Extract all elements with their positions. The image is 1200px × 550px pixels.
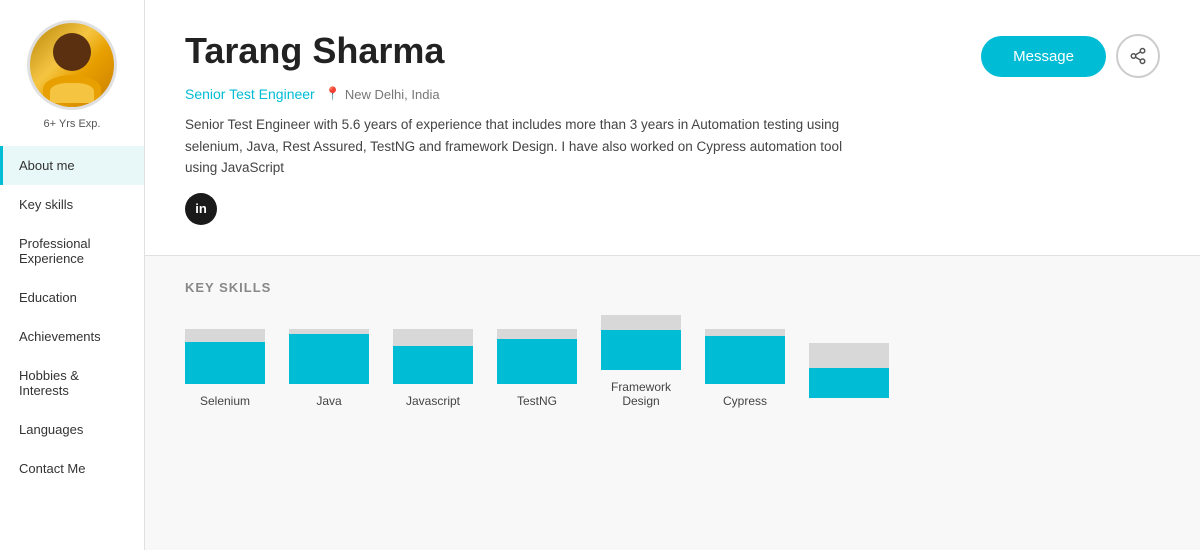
sidebar-item-about-me[interactable]: About me — [0, 146, 144, 185]
skill-bar-fill-java — [289, 334, 369, 384]
skill-bar-bg-javascript — [393, 329, 473, 384]
skill-label-selenium: Selenium — [200, 394, 250, 408]
skills-grid: Selenium Java Javascript — [185, 315, 1160, 408]
avatar — [27, 20, 117, 110]
message-button[interactable]: Message — [981, 36, 1106, 77]
share-icon — [1129, 47, 1147, 65]
skill-selenium: Selenium — [185, 329, 265, 408]
profile-name: Tarang Sharma — [185, 30, 444, 72]
skill-label-testng: TestNG — [517, 394, 557, 408]
about-me-panel: Tarang Sharma Message Senior Test Engine… — [145, 0, 1200, 256]
skill-label-javascript: Javascript — [406, 394, 460, 408]
skill-label-java: Java — [316, 394, 341, 408]
skill-bar-fill-cypress — [705, 336, 785, 384]
job-title: Senior Test Engineer — [185, 86, 315, 102]
location-text: New Delhi, India — [345, 87, 440, 102]
skill-framework-design: Framework Design — [601, 315, 681, 408]
skill-bar-bg-testng — [497, 329, 577, 384]
skill-java: Java — [289, 329, 369, 408]
sidebar-item-languages[interactable]: Languages — [0, 410, 144, 449]
skills-section-title: KEY SKILLS — [185, 280, 1160, 295]
skill-javascript: Javascript — [393, 329, 473, 408]
skill-partial-item — [809, 343, 889, 408]
sidebar-item-professional-experience[interactable]: Professional Experience — [0, 224, 144, 278]
skill-bar-fill-testng — [497, 339, 577, 384]
skill-bar-fill-framework-design — [601, 330, 681, 370]
skill-partial-fill — [809, 368, 889, 398]
skill-bar-bg-selenium — [185, 329, 265, 384]
action-buttons: Message — [981, 34, 1160, 78]
skill-testng: TestNG — [497, 329, 577, 408]
share-button[interactable] — [1116, 34, 1160, 78]
sidebar: 6+ Yrs Exp. About me Key skills Professi… — [0, 0, 145, 550]
experience-label: 6+ Yrs Exp. — [44, 118, 101, 130]
skill-bar-fill-javascript — [393, 346, 473, 384]
skills-panel: KEY SKILLS Selenium Java — [145, 256, 1200, 550]
skill-cypress: Cypress — [705, 329, 785, 408]
sidebar-item-contact-me[interactable]: Contact Me — [0, 449, 144, 488]
bio-text: Senior Test Engineer with 5.6 years of e… — [185, 114, 865, 179]
location-pin-icon: 📍 — [325, 86, 341, 102]
location: 📍 New Delhi, India — [325, 86, 440, 102]
sidebar-item-key-skills[interactable]: Key skills — [0, 185, 144, 224]
skill-label-framework-design: Framework Design — [611, 380, 671, 408]
skill-label-cypress: Cypress — [723, 394, 767, 408]
sidebar-item-education[interactable]: Education — [0, 278, 144, 317]
linkedin-button[interactable]: in — [185, 193, 217, 225]
sidebar-item-hobbies[interactable]: Hobbies & Interests — [0, 356, 144, 410]
sidebar-item-achievements[interactable]: Achievements — [0, 317, 144, 356]
skill-bar-bg-framework-design — [601, 315, 681, 370]
title-row: Senior Test Engineer 📍 New Delhi, India — [185, 86, 1160, 102]
skill-partial-bar — [809, 343, 889, 398]
skill-bar-fill-selenium — [185, 342, 265, 384]
main-content: Tarang Sharma Message Senior Test Engine… — [145, 0, 1200, 550]
skill-bar-bg-cypress — [705, 329, 785, 384]
skill-bar-bg-java — [289, 329, 369, 384]
